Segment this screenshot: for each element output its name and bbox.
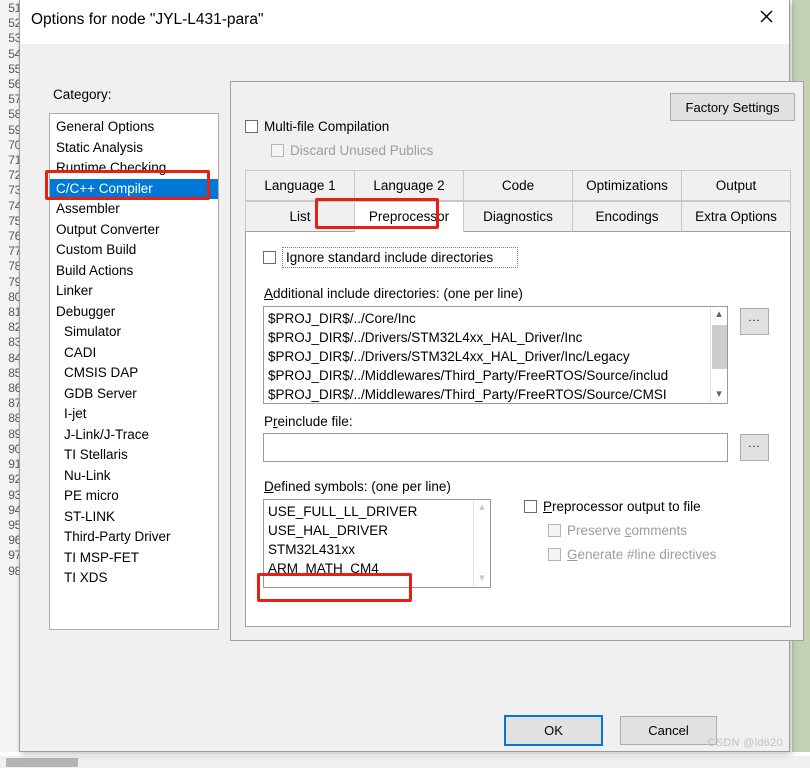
preinclude-file-label: Preinclude file: — [264, 414, 353, 429]
category-item-build-actions[interactable]: Build Actions — [50, 261, 218, 282]
multi-file-compilation-checkbox[interactable]: Multi-file Compilation — [245, 119, 389, 134]
category-item-ti-msp-fet[interactable]: TI MSP-FET — [50, 548, 218, 569]
additional-include-directories-list[interactable]: ▴ ▾ $PROJ_DIR$/../Core/Inc $PROJ_DIR$/../… — [263, 306, 728, 404]
include-directory-entry[interactable]: $PROJ_DIR$/../Core/Inc — [268, 309, 727, 328]
category-item-cadi[interactable]: CADI — [50, 343, 218, 364]
defined-symbol-entry[interactable]: USE_HAL_DRIVER — [268, 521, 490, 540]
checkbox-box — [548, 524, 561, 537]
category-item-nu-link[interactable]: Nu-Link — [50, 466, 218, 487]
preserve-comments-checkbox: Preserve comments — [548, 523, 687, 538]
category-item-c-c-compiler[interactable]: C/C++ Compiler — [50, 178, 218, 199]
include-list-scrollbar[interactable]: ▴ ▾ — [710, 307, 727, 403]
compiler-tab-bar: Language 1 Language 2 Code Optimizations Out… — [245, 170, 791, 232]
scroll-down-icon[interactable]: ▾ — [711, 387, 727, 403]
include-directory-entry[interactable]: $PROJ_DIR$/../Drivers/STM32L4xx_HAL_Driv… — [268, 328, 727, 347]
preserve-comments-label: Preserve comments — [567, 523, 688, 538]
category-item-gdb-server[interactable]: GDB Server — [50, 384, 218, 405]
tab-output[interactable]: Output — [682, 170, 791, 201]
defined-symbol-entry[interactable]: ARM_MATH_CM4 — [268, 559, 490, 578]
dialog-title: Options for node "JYL-L431-para" — [31, 11, 264, 28]
dialog-titlebar: Options for node "JYL-L431-para" — [20, 0, 789, 44]
category-item-static-analysis[interactable]: Static Analysis — [50, 138, 218, 159]
category-item-debugger[interactable]: Debugger — [50, 302, 218, 323]
checkbox-box — [524, 500, 537, 513]
category-item-output-converter[interactable]: Output Converter — [50, 220, 218, 241]
category-item-general-options[interactable]: General Options — [50, 117, 218, 138]
category-item-linker[interactable]: Linker — [50, 281, 218, 302]
checkbox-box — [548, 548, 561, 561]
options-dialog: Options for node "JYL-L431-para" Categor… — [19, 0, 804, 752]
category-item-third-party-driver[interactable]: Third-Party Driver — [50, 527, 218, 548]
scroll-up-icon[interactable]: ▴ — [474, 500, 490, 516]
ignore-standard-includes-checkbox[interactable]: Ignore standard include directories — [263, 247, 518, 268]
checkbox-box — [263, 251, 276, 264]
include-list-scrollbar-thumb[interactable] — [712, 325, 727, 369]
cancel-button[interactable]: Cancel — [620, 716, 717, 745]
multi-file-compilation-label: Multi-file Compilation — [264, 119, 390, 134]
tab-preprocessor[interactable]: Preprocessor — [355, 201, 464, 232]
category-label: Category: — [53, 87, 112, 102]
defined-symbols-list[interactable]: ▴ ▾ USE_FULL_LL_DRIVER USE_HAL_DRIVER STM3… — [263, 499, 491, 588]
category-item-i-jet[interactable]: I-jet — [50, 404, 218, 425]
tab-code[interactable]: Code — [464, 170, 573, 201]
tab-encodings[interactable]: Encodings — [573, 201, 682, 232]
category-item-assembler[interactable]: Assembler — [50, 199, 218, 220]
tab-language-2[interactable]: Language 2 — [355, 170, 464, 201]
category-item-ti-stellaris[interactable]: TI Stellaris — [50, 445, 218, 466]
discard-unused-publics-checkbox: Discard Unused Publics — [271, 143, 433, 158]
generate-line-directives-label: Generate #line directives — [567, 547, 717, 562]
tab-optimizations[interactable]: Optimizations — [573, 170, 682, 201]
tab-language-1[interactable]: Language 1 — [245, 170, 355, 201]
ignore-standard-includes-label: Ignore standard include directories — [282, 247, 518, 268]
generate-line-directives-checkbox: Generate #line directives — [548, 547, 716, 562]
compiler-options-panel: Factory Settings Multi-file Compilation … — [230, 81, 804, 641]
close-icon[interactable] — [743, 0, 789, 32]
discard-unused-publics-label: Discard Unused Publics — [290, 143, 434, 158]
include-directory-entry[interactable]: $PROJ_DIR$/../Middlewares/Third_Party/Fr… — [268, 366, 727, 385]
preprocessor-output-to-file-label: Preprocessor output to file — [543, 499, 701, 514]
include-directory-entry[interactable]: $PROJ_DIR$/../Middlewares/Third_Party/Fr… — [268, 385, 727, 403]
watermark: CSDN @ld620 — [707, 737, 783, 749]
preprocessor-output-to-file-checkbox[interactable]: Preprocessor output to file — [524, 499, 701, 514]
category-item-j-link-j-trace[interactable]: J-Link/J-Trace — [50, 425, 218, 446]
preinclude-file-input[interactable] — [263, 433, 728, 462]
category-item-simulator[interactable]: Simulator — [50, 322, 218, 343]
tab-row-bottom: List Preprocessor Diagnostics Encodings Extr… — [245, 201, 791, 232]
checkbox-box — [271, 144, 284, 157]
category-item-custom-build[interactable]: Custom Build — [50, 240, 218, 261]
defined-symbols-label: Defined symbols: (one per line) — [264, 479, 451, 494]
tab-diagnostics[interactable]: Diagnostics — [464, 201, 573, 232]
checkbox-box — [245, 120, 258, 133]
category-list[interactable]: General Options Static Analysis Runtime Ch… — [49, 113, 219, 630]
additional-include-directories-label-text: dditional include directories: (one per … — [273, 286, 523, 301]
preprocessor-tab-panel: Ignore standard include directories Addi… — [245, 232, 791, 627]
tab-extra-options[interactable]: Extra Options — [682, 201, 791, 232]
category-item-st-link[interactable]: ST-LINK — [50, 507, 218, 528]
browse-include-directories-button[interactable]: ... — [740, 308, 769, 335]
background-horizontal-scrollbar-thumb[interactable] — [6, 758, 78, 767]
category-item-pe-micro[interactable]: PE micro — [50, 486, 218, 507]
include-directory-entry[interactable]: $PROJ_DIR$/../Drivers/STM32L4xx_HAL_Driv… — [268, 347, 727, 366]
category-item-ti-xds[interactable]: TI XDS — [50, 568, 218, 589]
additional-include-directories-label: Additional include directories: (one per… — [264, 286, 523, 301]
ok-button[interactable]: OK — [504, 715, 603, 746]
scroll-down-icon[interactable]: ▾ — [474, 571, 490, 587]
defined-symbols-scrollbar[interactable]: ▴ ▾ — [473, 500, 490, 587]
scroll-up-icon[interactable]: ▴ — [711, 307, 727, 323]
tab-row-top: Language 1 Language 2 Code Optimizations Out… — [245, 170, 791, 201]
category-item-runtime-checking[interactable]: Runtime Checking — [50, 158, 218, 179]
category-item-cmsis-dap[interactable]: CMSIS DAP — [50, 363, 218, 384]
browse-preinclude-file-button[interactable]: ... — [740, 434, 769, 461]
defined-symbol-entry[interactable]: USE_FULL_LL_DRIVER — [268, 502, 490, 521]
factory-settings-button[interactable]: Factory Settings — [670, 93, 795, 121]
background-horizontal-scrollbar[interactable] — [0, 756, 810, 768]
defined-symbol-entry[interactable]: STM32L431xx — [268, 540, 490, 559]
mnemonic: A — [264, 286, 274, 301]
tab-list[interactable]: List — [245, 201, 355, 232]
